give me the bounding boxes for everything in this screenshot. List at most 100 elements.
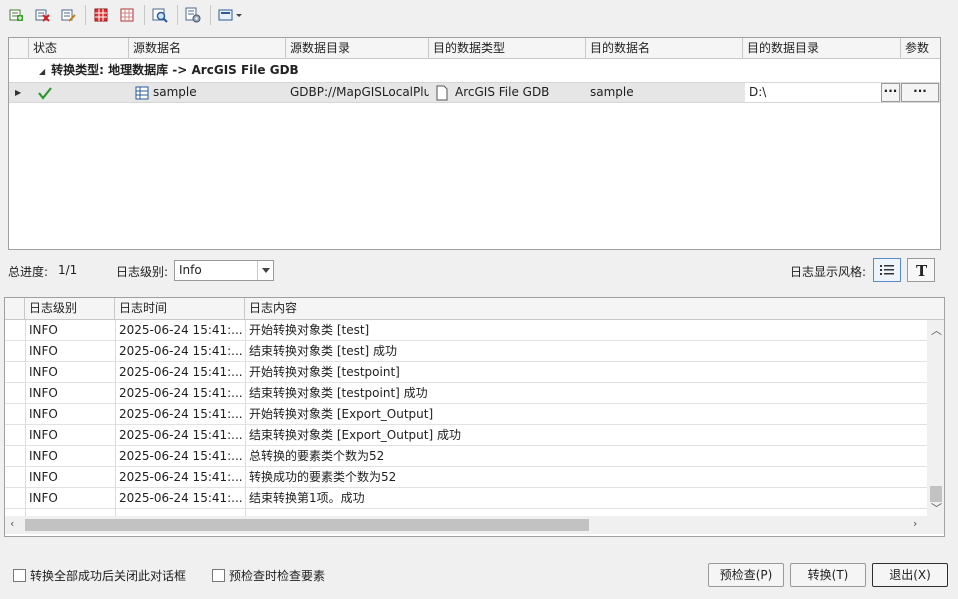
params-button[interactable]: ··· bbox=[901, 83, 939, 102]
log-content: 开始转换对象类 [test] bbox=[249, 323, 370, 337]
log-content: 开始转换对象类 [Export_Output] bbox=[249, 407, 434, 421]
log-time: 2025-06-24 15:41:... bbox=[119, 323, 243, 337]
log-content: 开始转换对象类 [testpoint] bbox=[249, 365, 400, 379]
col-log-content[interactable]: 日志内容 bbox=[245, 298, 944, 320]
source-name-cell[interactable]: sample bbox=[131, 83, 286, 102]
source-dir: GDBP://MapGISLocalPlus bbox=[290, 85, 429, 99]
log-level-label: 日志级别: bbox=[116, 265, 169, 279]
source-name: sample bbox=[153, 85, 197, 99]
col-source-name[interactable]: 源数据名 bbox=[129, 38, 286, 59]
log-level: INFO bbox=[29, 386, 58, 400]
scroll-left-icon[interactable]: ‹ bbox=[10, 517, 14, 530]
file-icon bbox=[436, 85, 448, 100]
col-params[interactable]: 参数 bbox=[901, 38, 940, 59]
log-content: 结束转换对象类 [Export_Output] 成功 bbox=[249, 428, 461, 442]
log-level-select[interactable]: Info bbox=[174, 260, 274, 281]
task-grid-header: 状态 源数据名 源数据目录 目的数据类型 目的数据名 目的数据目录 参数 bbox=[9, 38, 940, 59]
convert-button[interactable]: 转换(T) bbox=[790, 563, 866, 587]
log-time: 2025-06-24 15:41:... bbox=[119, 449, 243, 463]
log-content: 结束转换对象类 [testpoint] 成功 bbox=[249, 386, 428, 400]
svg-text:T: T bbox=[916, 262, 928, 278]
group-row[interactable]: ◢ 转换类型: 地理数据库 -> ArcGIS File GDB bbox=[29, 60, 299, 81]
task-grid: 状态 源数据名 源数据目录 目的数据类型 目的数据名 目的数据目录 参数 ◢ 转换… bbox=[8, 37, 941, 250]
log-row[interactable]: INFO 2025-06-24 15:41:... 结束转换对象类 [test] 成… bbox=[5, 341, 927, 362]
expand-triangle-icon[interactable]: ◢ bbox=[39, 67, 45, 76]
log-content: 结束转换第1项。成功 bbox=[249, 491, 365, 505]
col-status[interactable]: 状态 bbox=[29, 38, 129, 59]
exit-button[interactable]: 退出(X) bbox=[872, 563, 948, 587]
log-level-value: Info bbox=[179, 263, 202, 277]
log-level: INFO bbox=[29, 491, 58, 505]
group-label: 转换类型: 地理数据库 -> ArcGIS File GDB bbox=[51, 63, 299, 77]
progress-value: 1/1 bbox=[58, 263, 78, 277]
log-row[interactable]: INFO 2025-06-24 15:41:... 开始转换对象类 [test] bbox=[5, 320, 927, 341]
log-level: INFO bbox=[29, 407, 58, 421]
chevron-down-icon[interactable] bbox=[257, 261, 273, 280]
log-row[interactable]: INFO 2025-06-24 15:41:... 开始转换对象类 [testpoi… bbox=[5, 362, 927, 383]
delete-icon[interactable] bbox=[31, 4, 53, 26]
toolbar-separator bbox=[210, 5, 211, 25]
log-content: 总转换的要素类个数为52 bbox=[249, 449, 385, 463]
edit-list-icon[interactable] bbox=[57, 4, 79, 26]
log-row[interactable]: INFO 2025-06-24 15:41:... 结束转换第1项。成功 bbox=[5, 488, 927, 509]
log-content: 结束转换对象类 [test] 成功 bbox=[249, 344, 398, 358]
header-indicator bbox=[9, 38, 29, 59]
text-style-button[interactable]: T bbox=[907, 258, 935, 282]
col-dest-type[interactable]: 目的数据类型 bbox=[429, 38, 586, 59]
vertical-scrollbar[interactable]: ︿ ﹀ bbox=[927, 320, 944, 516]
toolbar bbox=[0, 0, 958, 30]
status-check-icon bbox=[33, 83, 129, 102]
log-time: 2025-06-24 15:41:... bbox=[119, 386, 243, 400]
list-icon bbox=[880, 265, 894, 275]
col-source-dir[interactable]: 源数据目录 bbox=[286, 38, 429, 59]
col-dest-name[interactable]: 目的数据名 bbox=[586, 38, 743, 59]
list-style-button[interactable] bbox=[873, 258, 901, 282]
deselect-icon[interactable] bbox=[116, 4, 138, 26]
scroll-down-icon[interactable]: ﹀ bbox=[931, 500, 942, 516]
col-log-level[interactable]: 日志级别 bbox=[25, 298, 115, 320]
log-level: INFO bbox=[29, 323, 58, 337]
dest-name[interactable]: sample bbox=[586, 83, 743, 102]
log-level: INFO bbox=[29, 428, 58, 442]
progress-label: 总进度: bbox=[8, 265, 49, 279]
precheck-features-label: 预检查时检查要素 bbox=[229, 569, 326, 583]
output-icon[interactable] bbox=[215, 4, 245, 26]
log-row[interactable]: INFO 2025-06-24 15:41:... 结束转换对象类 [Export_… bbox=[5, 425, 927, 446]
checkbox-box[interactable] bbox=[212, 569, 225, 582]
dest-dir-browse-button[interactable]: ··· bbox=[881, 83, 900, 102]
log-row[interactable]: INFO 2025-06-24 15:41:... 结束转换对象类 [testpoi… bbox=[5, 383, 927, 404]
dest-dir-input[interactable]: D:\ bbox=[745, 83, 881, 102]
select-all-icon[interactable] bbox=[90, 4, 112, 26]
log-grid-header: 日志级别 日志时间 日志内容 bbox=[5, 298, 944, 320]
precheck-button[interactable]: 预检查(P) bbox=[708, 563, 784, 587]
precheck-features-checkbox[interactable]: 预检查时检查要素 bbox=[212, 567, 325, 584]
horizontal-scrollbar[interactable]: ‹ › bbox=[5, 516, 944, 534]
zoom-icon[interactable] bbox=[149, 4, 171, 26]
dest-type: ArcGIS File GDB bbox=[455, 85, 550, 99]
col-log-time[interactable]: 日志时间 bbox=[115, 298, 245, 320]
log-level: INFO bbox=[29, 470, 58, 484]
dest-type-cell[interactable]: ArcGIS File GDB bbox=[429, 83, 586, 102]
log-time: 2025-06-24 15:41:... bbox=[119, 491, 243, 505]
log-row[interactable]: INFO 2025-06-24 15:41:... 转换成功的要素类个数为52 bbox=[5, 467, 927, 488]
scroll-up-icon[interactable]: ︿ bbox=[931, 322, 942, 338]
toolbar-separator bbox=[85, 5, 86, 25]
close-after-success-checkbox[interactable]: 转换全部成功后关闭此对话框 bbox=[13, 567, 186, 584]
log-row[interactable]: INFO 2025-06-24 15:41:... 总转换的要素类个数为52 bbox=[5, 446, 927, 467]
row-indicator-icon: ▶ bbox=[15, 88, 22, 97]
table-icon bbox=[135, 86, 149, 99]
horizontal-scroll-thumb[interactable] bbox=[25, 519, 589, 531]
settings-icon[interactable] bbox=[182, 4, 204, 26]
log-level: INFO bbox=[29, 449, 58, 463]
log-level: INFO bbox=[29, 344, 58, 358]
log-time: 2025-06-24 15:41:... bbox=[119, 470, 243, 484]
col-dest-dir[interactable]: 目的数据目录 bbox=[743, 38, 901, 59]
log-grid: 日志级别 日志时间 日志内容 INFO 2025-06-24 15:41:... 开… bbox=[4, 297, 945, 537]
log-row[interactable]: INFO 2025-06-24 15:41:... 开始转换对象类 [Export_… bbox=[5, 404, 927, 425]
log-time: 2025-06-24 15:41:... bbox=[119, 365, 243, 379]
scroll-right-icon[interactable]: › bbox=[913, 517, 917, 530]
task-row[interactable]: ▶ sample GDBP://MapGISLocalPlus ArcGIS F… bbox=[9, 82, 940, 103]
add-icon[interactable] bbox=[5, 4, 27, 26]
log-content: 转换成功的要素类个数为52 bbox=[249, 470, 397, 484]
checkbox-box[interactable] bbox=[13, 569, 26, 582]
